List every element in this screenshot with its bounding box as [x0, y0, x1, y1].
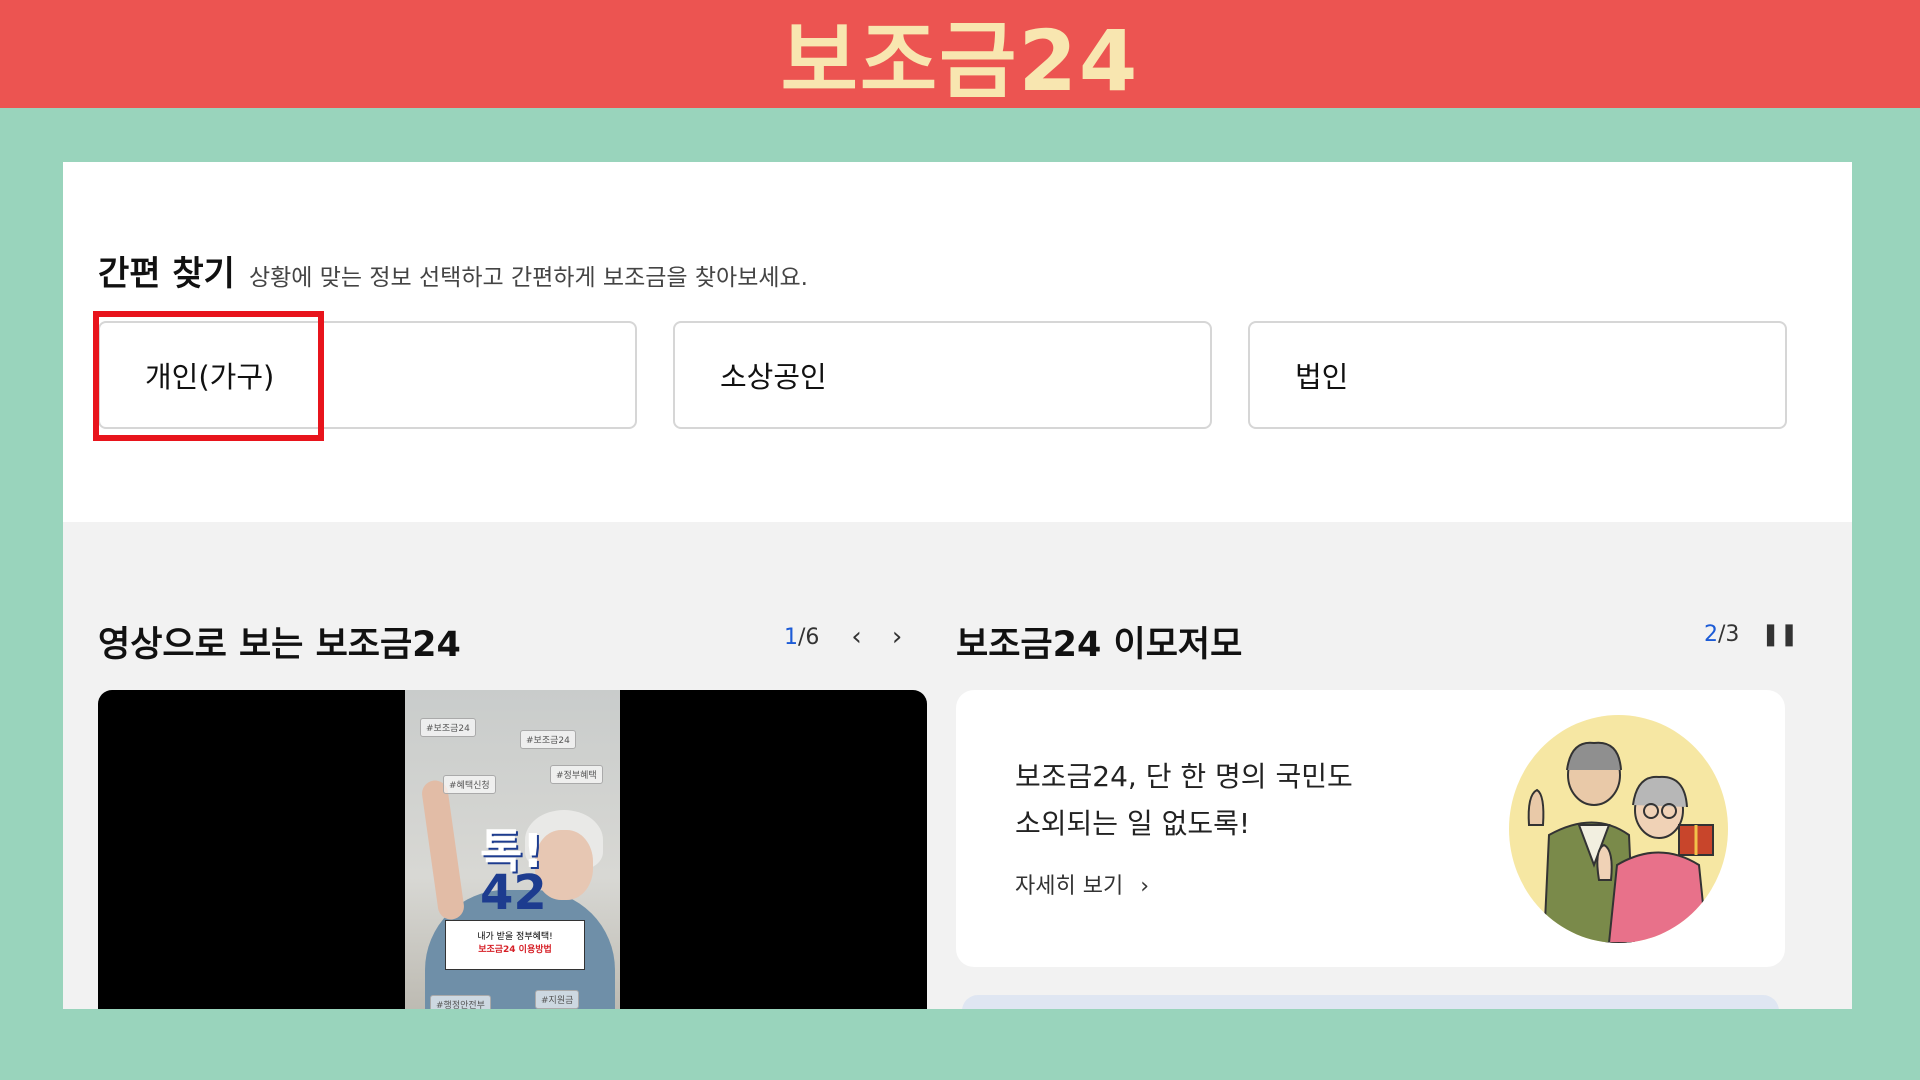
chevron-right-icon[interactable]: › [892, 622, 902, 652]
info-pager-total: /3 [1718, 622, 1740, 647]
category-personal-button[interactable]: 개인(가구) [98, 321, 637, 429]
thumbnail-number: 42 [480, 865, 547, 921]
category-small-business-label: 소상공인 [720, 360, 827, 394]
thumbnail-tag: #정부혜택 [550, 765, 603, 784]
elderly-couple-svg [1527, 741, 1714, 943]
quick-find-title: 간편 찾기 [98, 254, 235, 294]
video-thumbnail[interactable]: #보조금24 #보조금24 #혜택신청 #정부혜택 #행정안전부 #지원금 톡!… [405, 690, 620, 1009]
see-more-label: 자세히 보기 [1015, 874, 1124, 899]
category-corporation-button[interactable]: 법인 [1248, 321, 1787, 429]
category-corporation-label: 법인 [1295, 360, 1349, 394]
next-info-card[interactable] [962, 995, 1779, 1009]
main-panel: 간편 찾기 상황에 맞는 정보 선택하고 간편하게 보조금을 찾아보세요. 개인… [63, 162, 1852, 1009]
video-pager: 1 /6 ‹ › [784, 622, 902, 652]
title-banner: 보조금24 [0, 0, 1920, 110]
thumbnail-caption: 내가 받을 정부혜택! 보조금24 이용방법 [445, 920, 585, 970]
quick-find-description: 상황에 맞는 정보 선택하고 간편하게 보조금을 찾아보세요. [248, 265, 808, 291]
category-personal-label: 개인(가구) [145, 360, 275, 394]
thumbnail-figure-arm [420, 778, 466, 922]
info-section-title: 보조금24 이모저모 [956, 625, 1243, 665]
pause-icon[interactable]: ❚❚ [1761, 622, 1798, 647]
see-more-link[interactable]: 자세히 보기 › [1015, 868, 1149, 900]
info-card-line2: 소외되는 일 없도록! [1015, 807, 1251, 840]
thumbnail-caption-line1: 내가 받을 정부혜택! [477, 932, 553, 942]
quick-find-heading: 간편 찾기 상황에 맞는 정보 선택하고 간편하게 보조금을 찾아보세요. [98, 246, 808, 295]
info-pager: 2 /3 ❚❚ [1704, 622, 1798, 647]
info-card[interactable]: 보조금24, 단 한 명의 국민도 소외되는 일 없도록! 자세히 보기 › [956, 690, 1785, 967]
info-pager-current: 2 [1704, 622, 1718, 647]
quick-find-section: 간편 찾기 상황에 맞는 정보 선택하고 간편하게 보조금을 찾아보세요. 개인… [63, 162, 1852, 522]
chevron-left-icon[interactable]: ‹ [851, 622, 861, 652]
video-pager-total: /6 [798, 624, 820, 650]
chevron-right-icon: › [1140, 874, 1150, 899]
elderly-couple-illustration [1509, 715, 1728, 943]
video-player[interactable]: #보조금24 #보조금24 #혜택신청 #정부혜택 #행정안전부 #지원금 톡!… [98, 690, 927, 1009]
thumbnail-tag: #지원금 [535, 990, 580, 1009]
info-card-line1: 보조금24, 단 한 명의 국민도 [1015, 760, 1353, 793]
thumbnail-tag: #혜택신청 [443, 775, 496, 794]
thumbnail-tag: #보조금24 [520, 730, 576, 749]
thumbnail-tag: #보조금24 [420, 718, 476, 737]
banner-title: 보조금24 [780, 11, 1140, 110]
thumbnail-caption-line2: 보조금24 이용방법 [478, 945, 552, 955]
video-section-title: 영상으로 보는 보조금24 [98, 625, 461, 665]
thumbnail-tag: #행정안전부 [430, 995, 491, 1009]
category-small-business-button[interactable]: 소상공인 [673, 321, 1212, 429]
video-pager-current: 1 [784, 624, 798, 650]
